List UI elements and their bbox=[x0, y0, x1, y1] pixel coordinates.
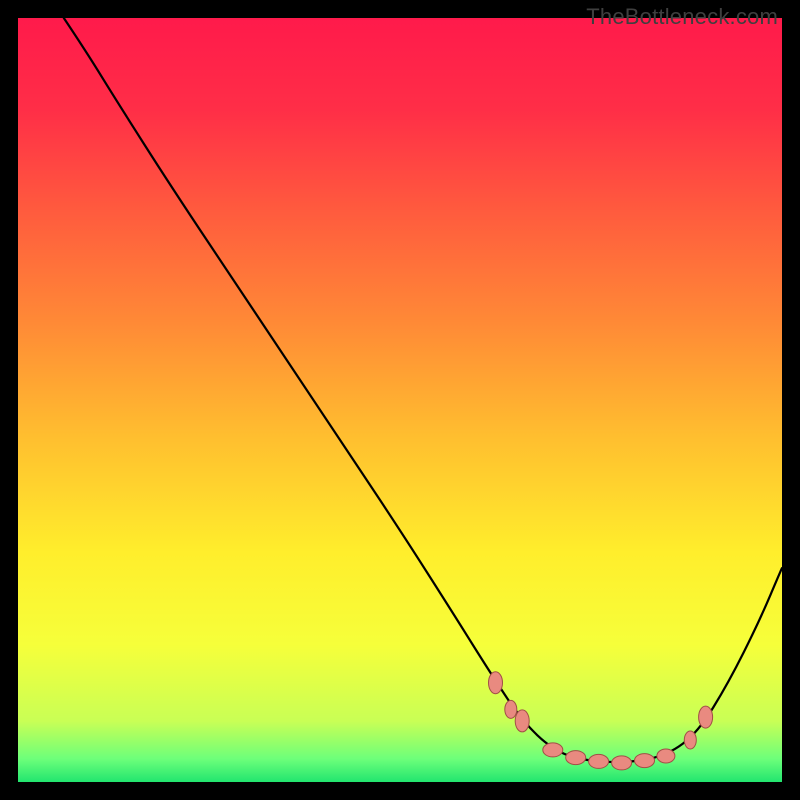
marker-dot bbox=[543, 743, 563, 757]
marker-dot bbox=[699, 706, 713, 728]
marker-dot bbox=[657, 749, 675, 763]
chart-frame bbox=[18, 18, 782, 782]
marker-dot bbox=[489, 672, 503, 694]
marker-dot bbox=[612, 756, 632, 770]
marker-dot bbox=[684, 731, 696, 749]
marker-dot bbox=[505, 700, 517, 718]
marker-dot bbox=[635, 754, 655, 768]
marker-dot bbox=[515, 710, 529, 732]
marker-dot bbox=[589, 754, 609, 768]
heatmap-rect bbox=[18, 18, 782, 782]
watermark-label: TheBottleneck.com bbox=[586, 4, 778, 30]
bottleneck-chart bbox=[18, 18, 782, 782]
marker-dot bbox=[566, 751, 586, 765]
